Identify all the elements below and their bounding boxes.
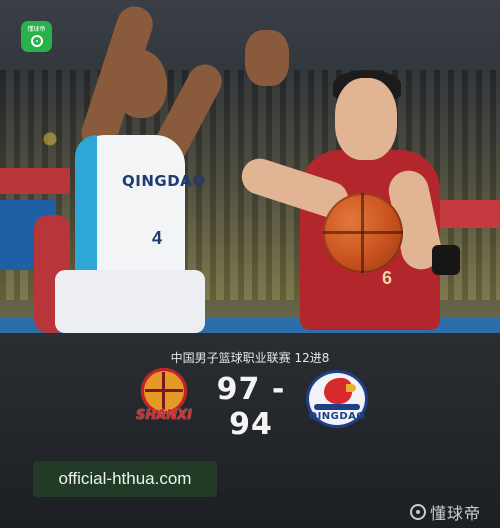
home-team-logo-text: SHANXI (135, 408, 193, 423)
brand-name: 懂球帝 (430, 504, 482, 523)
brand-watermark: 懂球帝 (410, 500, 481, 524)
arena-banner (440, 200, 500, 228)
soccer-ball-icon (410, 504, 426, 520)
game-photo: QINGDAO 4 6 (0, 0, 500, 333)
final-score: 97 - 94 (216, 372, 286, 442)
away-team-logo-text: QINGDAO (308, 411, 366, 422)
home-team-logo: SHANXI (135, 368, 193, 434)
app-badge-label: 懂球帝 (27, 26, 46, 33)
jersey-text: QINGDAO (122, 172, 206, 190)
watermark-site-text: official-hthua.com (58, 469, 192, 488)
app-badge[interactable]: 懂球帝 (21, 21, 52, 52)
soccer-ball-icon (30, 34, 43, 47)
jersey-number: 4 (152, 228, 163, 248)
basketball (323, 193, 403, 273)
arena-banner (0, 168, 70, 194)
watermark-site-box: official-hthua.com (33, 461, 217, 497)
away-team-logo: QINGDAO (306, 366, 368, 432)
jersey-number: 6 (382, 268, 393, 288)
match-title: 中国男子篮球职业联赛 12进8 (170, 351, 330, 365)
